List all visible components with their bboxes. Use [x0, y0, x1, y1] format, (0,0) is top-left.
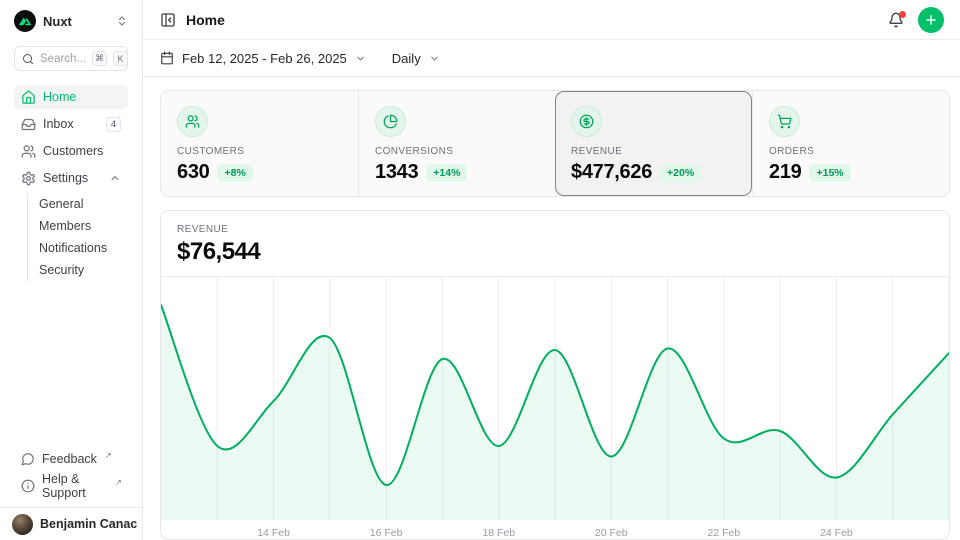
notification-dot: [899, 11, 906, 18]
sidebar-item-members[interactable]: Members: [28, 215, 128, 237]
help-support-link[interactable]: Help & Support ↗: [14, 474, 128, 498]
users-icon: [21, 144, 36, 159]
svg-text:14 Feb: 14 Feb: [257, 527, 290, 539]
sidebar-item-label: Settings: [43, 171, 88, 185]
sidebar-item-notifications[interactable]: Notifications: [28, 237, 128, 259]
stat-delta-badge: +14%: [426, 164, 467, 182]
settings-subnav: General Members Notifications Security: [27, 193, 128, 281]
search-input[interactable]: Search... ⌘ K: [14, 46, 128, 71]
chart-header: REVENUE $76,544: [161, 211, 949, 277]
stat-value: $477,626: [571, 161, 652, 184]
message-circle-icon: [21, 452, 35, 466]
sidebar-subitem-label: Members: [39, 219, 91, 233]
sidebar-item-settings[interactable]: Settings: [14, 166, 128, 190]
footer-link-label: Help & Support: [42, 472, 107, 500]
sidebar-nav: Home Inbox 4 Customers Settings: [14, 85, 128, 190]
stat-label: REVENUE: [571, 146, 736, 157]
date-range-label: Feb 12, 2025 - Feb 26, 2025: [182, 51, 347, 66]
workspace-name: Nuxt: [43, 14, 109, 29]
stat-label: ORDERS: [769, 146, 933, 157]
filter-toolbar: Feb 12, 2025 - Feb 26, 2025 Daily: [143, 40, 960, 77]
stat-label: CUSTOMERS: [177, 146, 342, 157]
chevrons-up-down-icon: [116, 15, 128, 27]
sidebar-subitem-label: Security: [39, 263, 84, 277]
sidebar-item-home[interactable]: Home: [14, 85, 128, 109]
stat-card-customers[interactable]: CUSTOMERS 630 +8%: [161, 91, 358, 196]
sidebar-item-label: Home: [43, 90, 76, 104]
chevron-down-icon: [429, 53, 440, 64]
stat-card-orders[interactable]: ORDERS 219 +15%: [752, 91, 949, 196]
sidebar-subitem-label: Notifications: [39, 241, 107, 255]
home-icon: [21, 90, 36, 105]
sidebar-item-security[interactable]: Security: [28, 259, 128, 281]
svg-text:22 Feb: 22 Feb: [708, 527, 741, 539]
svg-text:20 Feb: 20 Feb: [595, 527, 628, 539]
sidebar-item-label: Inbox: [43, 117, 74, 131]
svg-text:18 Feb: 18 Feb: [482, 527, 515, 539]
feedback-link[interactable]: Feedback ↗: [14, 447, 128, 471]
workspace-switcher[interactable]: Nuxt: [14, 9, 128, 33]
main-area: Home Feb 12, 2025 - Feb 26, 2025 Daily: [143, 0, 960, 540]
sidebar-item-general[interactable]: General: [28, 193, 128, 215]
kbd-k: K: [113, 51, 128, 66]
page-title: Home: [186, 12, 225, 28]
chevron-up-icon: [109, 172, 121, 184]
chart-pie-icon: [375, 106, 406, 137]
chart-metric-label: REVENUE: [177, 224, 933, 235]
sidebar-footer: Feedback ↗ Help & Support ↗: [0, 447, 142, 507]
user-name: Benjamin Canac: [40, 517, 137, 531]
search-placeholder: Search...: [40, 53, 86, 65]
stat-value: 1343: [375, 161, 418, 184]
external-link-icon: ↗: [105, 451, 112, 460]
svg-text:24 Feb: 24 Feb: [820, 527, 853, 539]
inbox-count-badge: 4: [106, 117, 121, 132]
revenue-chart[interactable]: 14 Feb 16 Feb 18 Feb 20 Feb 22 Feb 24 Feb: [161, 277, 949, 540]
users-icon: [177, 106, 208, 137]
svg-text:16 Feb: 16 Feb: [370, 527, 403, 539]
topbar: Home: [143, 0, 960, 40]
revenue-chart-card: REVENUE $76,544 14 Feb 16 Feb 18 Feb 20 Feb…: [160, 210, 950, 540]
sidebar-item-label: Customers: [43, 144, 103, 158]
search-icon: [22, 53, 34, 65]
calendar-icon: [160, 51, 174, 65]
circle-dollar-icon: [571, 106, 602, 137]
kbd-cmd: ⌘: [92, 51, 107, 66]
stat-card-conversions[interactable]: CONVERSIONS 1343 +14%: [358, 91, 555, 196]
chart-metric-value: $76,544: [177, 238, 933, 266]
stat-value: 630: [177, 161, 209, 184]
stat-card-revenue[interactable]: REVENUE $477,626 +20%: [555, 91, 752, 196]
sidebar-subitem-label: General: [39, 197, 83, 211]
info-icon: [21, 479, 35, 493]
notifications-button[interactable]: [888, 12, 904, 28]
footer-link-label: Feedback: [42, 452, 97, 466]
sidebar-item-inbox[interactable]: Inbox 4: [14, 112, 128, 136]
add-button[interactable]: [918, 7, 944, 33]
stat-delta-badge: +8%: [217, 164, 252, 182]
stat-value: 219: [769, 161, 801, 184]
gear-icon: [21, 171, 36, 186]
chevron-down-icon: [355, 53, 366, 64]
collapse-sidebar-button[interactable]: [160, 12, 176, 28]
period-select[interactable]: Daily: [392, 51, 440, 66]
date-range-picker[interactable]: Feb 12, 2025 - Feb 26, 2025: [160, 51, 366, 66]
stat-delta-badge: +20%: [660, 164, 701, 182]
external-link-icon: ↗: [115, 478, 122, 487]
nuxt-logo-icon: [14, 10, 36, 32]
stat-label: CONVERSIONS: [375, 146, 539, 157]
sidebar-item-customers[interactable]: Customers: [14, 139, 128, 163]
period-label: Daily: [392, 51, 421, 66]
stats-strip: CUSTOMERS 630 +8% CONVERSIONS 1343 +14%: [160, 90, 950, 197]
shopping-cart-icon: [769, 106, 800, 137]
user-menu[interactable]: Benjamin Canac: [0, 507, 142, 540]
avatar: [12, 514, 33, 535]
sidebar: Nuxt Search... ⌘ K Home Inbox 4: [0, 0, 143, 540]
inbox-icon: [21, 117, 36, 132]
stat-delta-badge: +15%: [809, 164, 850, 182]
